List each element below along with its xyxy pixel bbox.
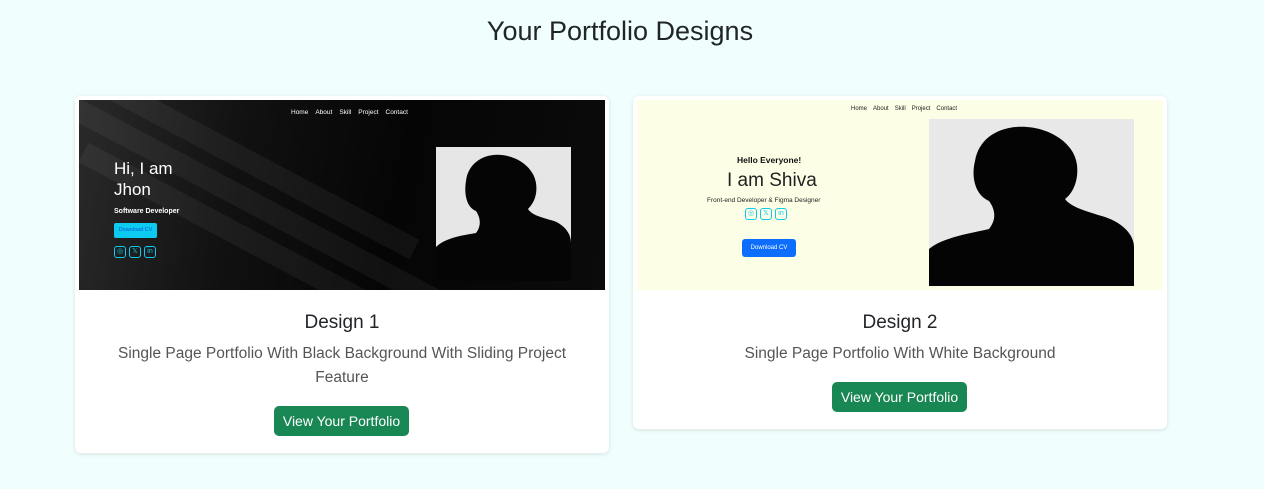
- preview-nav-item: About: [873, 106, 889, 112]
- preview-nav: Home About Skill Project Contact: [851, 106, 957, 112]
- preview-hello: Hello Everyone!: [737, 155, 802, 165]
- card-title: Design 1: [304, 312, 380, 333]
- preview-name: I am Shiva: [727, 170, 817, 191]
- preview-greeting-line2: Jhon: [114, 180, 151, 199]
- preview-social-icons: ◎ 𝕏 in: [114, 246, 156, 258]
- design-1-preview: Home About Skill Project Contact Hi, I a…: [79, 100, 605, 290]
- preview-nav-item: Skill: [894, 106, 906, 112]
- linkedin-icon: in: [144, 246, 156, 258]
- preview-nav-item: Project: [911, 106, 931, 112]
- portfolio-card-design-2: Home About Skill Project Contact Hello E…: [633, 96, 1167, 429]
- card-title: Design 2: [862, 312, 938, 333]
- card-description: Single Page Portfolio With White Backgro…: [744, 345, 1056, 362]
- preview-nav-item: Project: [358, 109, 379, 116]
- x-icon: 𝕏: [129, 246, 141, 258]
- preview-social-icons: ◎ 𝕏 in: [745, 208, 787, 220]
- preview-nav-item: Contact: [385, 109, 408, 116]
- preview-nav-item: About: [315, 109, 333, 116]
- preview-greeting: Hi, I am Jhon: [114, 158, 173, 200]
- design-2-preview: Home About Skill Project Contact Hello E…: [637, 100, 1163, 290]
- silhouette-image: [929, 119, 1134, 286]
- x-icon: 𝕏: [760, 208, 772, 220]
- preview-role: Software Developer: [114, 208, 180, 215]
- preview-download-button: Download CV: [742, 239, 796, 257]
- preview-nav-item: Contact: [936, 106, 958, 112]
- profile-photo: [929, 119, 1134, 286]
- instagram-icon: ◎: [745, 208, 757, 220]
- preview-role: Front-end Developer & Figma Designer: [707, 197, 821, 204]
- linkedin-icon: in: [775, 208, 787, 220]
- profile-photo: [436, 147, 571, 281]
- preview-nav-item: Home: [851, 106, 868, 112]
- card-description: Single Page Portfolio With Black Backgro…: [118, 345, 566, 386]
- preview-greeting-line1: Hi, I am: [114, 159, 173, 178]
- preview-nav-item: Skill: [339, 109, 352, 116]
- silhouette-image: [436, 147, 571, 281]
- preview-download-button: Download CV: [114, 223, 157, 238]
- preview-nav: Home About Skill Project Contact: [291, 109, 408, 116]
- instagram-icon: ◎: [114, 246, 126, 258]
- preview-nav-item: Home: [291, 109, 309, 116]
- view-portfolio-button[interactable]: View Your Portfolio: [274, 406, 409, 436]
- page-title: Your Portfolio Designs: [486, 16, 754, 46]
- portfolio-card-design-1: Home About Skill Project Contact Hi, I a…: [75, 96, 609, 453]
- view-portfolio-button[interactable]: View Your Portfolio: [832, 382, 967, 412]
